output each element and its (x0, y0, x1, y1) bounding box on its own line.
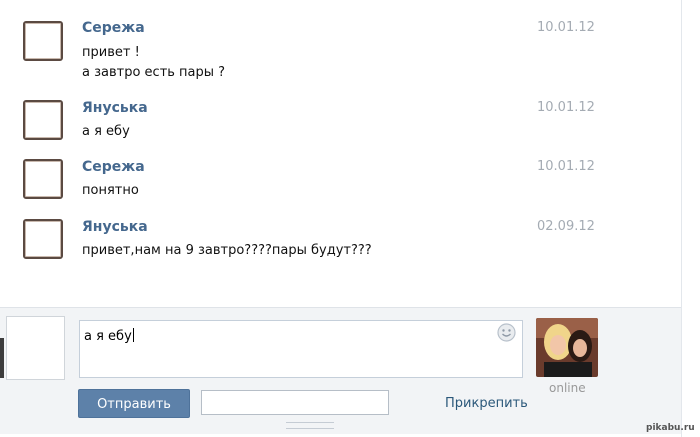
message-history: Сережа 10.01.12 привет ! а завтро есть п… (0, 0, 682, 437)
message-date: 02.09.12 (537, 219, 595, 234)
my-avatar[interactable] (6, 316, 65, 380)
peer-avatar[interactable] (536, 318, 598, 377)
message-input-text: а я ебу (84, 328, 134, 344)
message-author[interactable]: Сережа (82, 20, 145, 36)
message-text: а я ебу (82, 124, 130, 139)
message-date: 10.01.12 (537, 159, 595, 174)
message-input[interactable]: а я ебу (79, 320, 523, 378)
avatar[interactable] (23, 219, 63, 259)
watermark: pikabu.ru (646, 423, 695, 433)
smiley-icon[interactable] (497, 323, 516, 342)
message-text: понятно (82, 183, 139, 198)
decoration (0, 338, 4, 378)
avatar[interactable] (23, 100, 63, 140)
message-item: Сережа 10.01.12 привет ! а завтро есть п… (0, 20, 681, 80)
message-date: 10.01.12 (537, 100, 595, 115)
message-author[interactable]: Януська (82, 219, 148, 235)
resize-handle[interactable] (286, 422, 334, 429)
message-text: привет,нам на 9 завтро????пары будут??? (82, 243, 372, 258)
message-author[interactable]: Сережа (82, 159, 145, 175)
secondary-input[interactable] (201, 390, 389, 415)
message-item: Януська 10.01.12 а я ебу (0, 100, 681, 160)
message-item: Сережа 10.01.12 понятно (0, 159, 681, 219)
message-item: Януська 02.09.12 привет,нам на 9 завтро?… (0, 219, 681, 279)
avatar[interactable] (23, 159, 63, 199)
message-date: 10.01.12 (537, 20, 595, 35)
message-text: привет ! (82, 45, 140, 60)
message-text: а завтро есть пары ? (82, 65, 226, 80)
message-author[interactable]: Януська (82, 100, 148, 116)
online-status: online (549, 381, 586, 395)
avatar[interactable] (23, 21, 63, 61)
send-button[interactable]: Отправить (78, 389, 190, 418)
attach-link[interactable]: Прикрепить (445, 396, 528, 411)
